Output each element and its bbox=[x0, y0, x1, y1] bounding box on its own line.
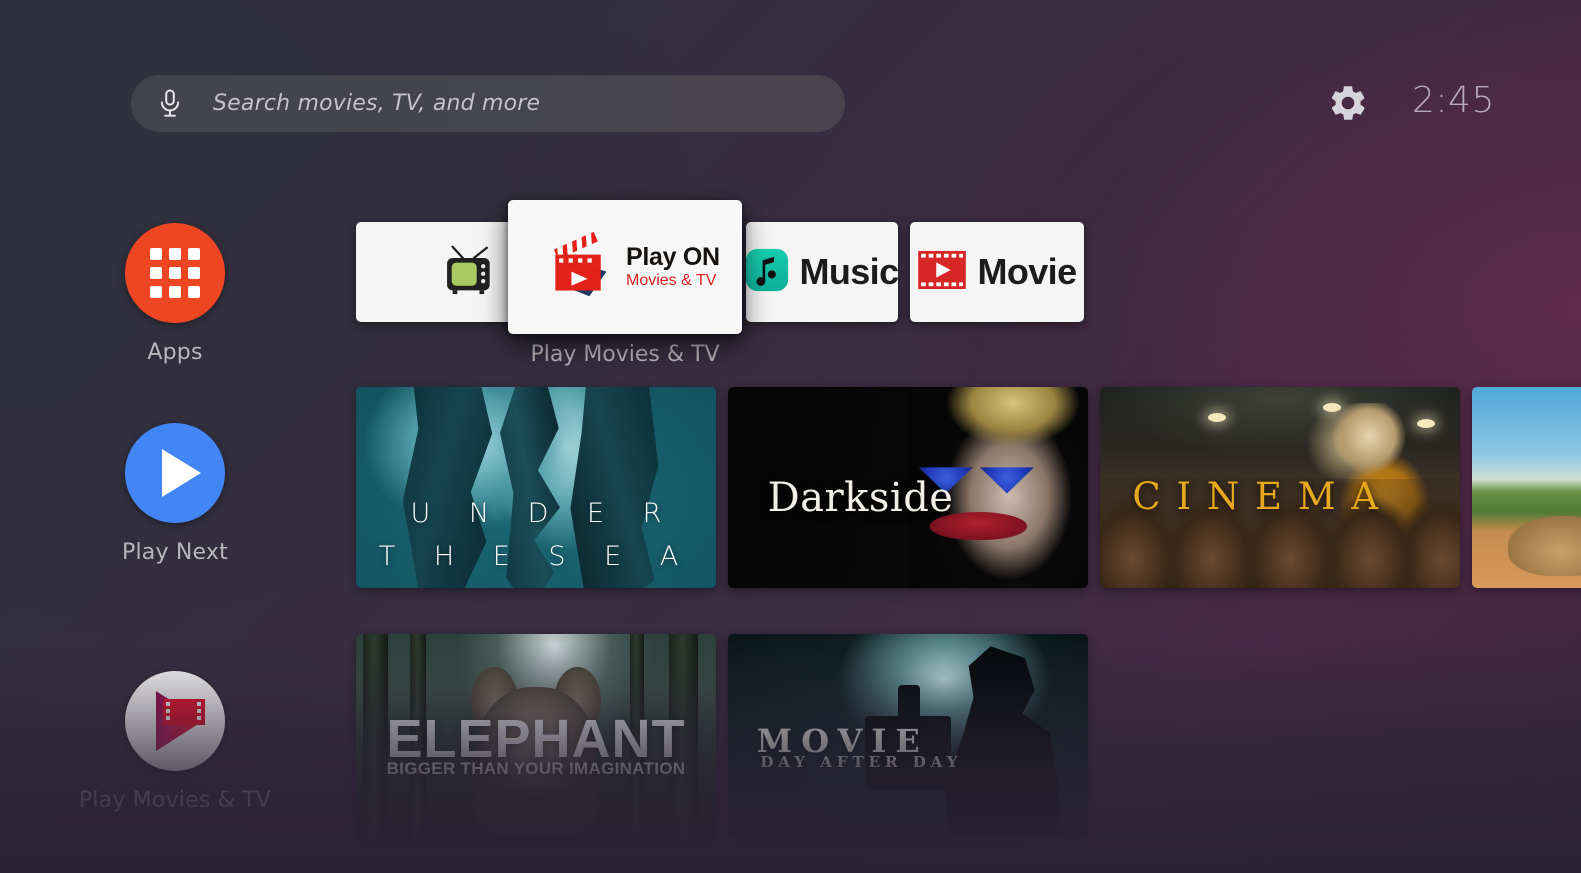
media-card-title: Darkside bbox=[767, 475, 954, 522]
media-card-cinema[interactable]: C I N E M A bbox=[1100, 387, 1460, 588]
media-card-subtitle: BIGGER THAN YOUR IMAGINATION bbox=[386, 759, 686, 779]
app-card-sublabel-play-on: Movies & TV bbox=[626, 272, 717, 290]
media-card-darkside[interactable]: Darkside bbox=[728, 387, 1088, 588]
media-card-title: U N D E R T H E S E A bbox=[378, 497, 694, 573]
artwork-baseball-boy-and-dog bbox=[1472, 387, 1581, 588]
media-card-movie-day-after-day[interactable]: MOVIE DAY AFTER DAY bbox=[728, 634, 1088, 839]
media-card-title: C I N E M A bbox=[1132, 475, 1381, 519]
clapperboard-play-icon bbox=[542, 230, 616, 305]
android-tv-home-screen: Search movies, TV, and more 2:45 Apps Pl… bbox=[0, 0, 1581, 873]
content-grid: U N D E R T H E S E A Darkside C I N E M… bbox=[0, 0, 1581, 873]
media-card-the-dog[interactable]: THE bbox=[1472, 387, 1581, 588]
media-card-subtitle: DAY AFTER DAY bbox=[760, 752, 963, 771]
app-card-label-play-on: Play ON bbox=[626, 242, 720, 271]
media-card-elephant[interactable]: ELEPHANT BIGGER THAN YOUR IMAGINATION bbox=[356, 634, 716, 839]
media-card-under-the-sea[interactable]: U N D E R T H E S E A bbox=[356, 387, 716, 588]
app-card-play-on[interactable]: Play ON Movies & TV bbox=[508, 200, 742, 334]
